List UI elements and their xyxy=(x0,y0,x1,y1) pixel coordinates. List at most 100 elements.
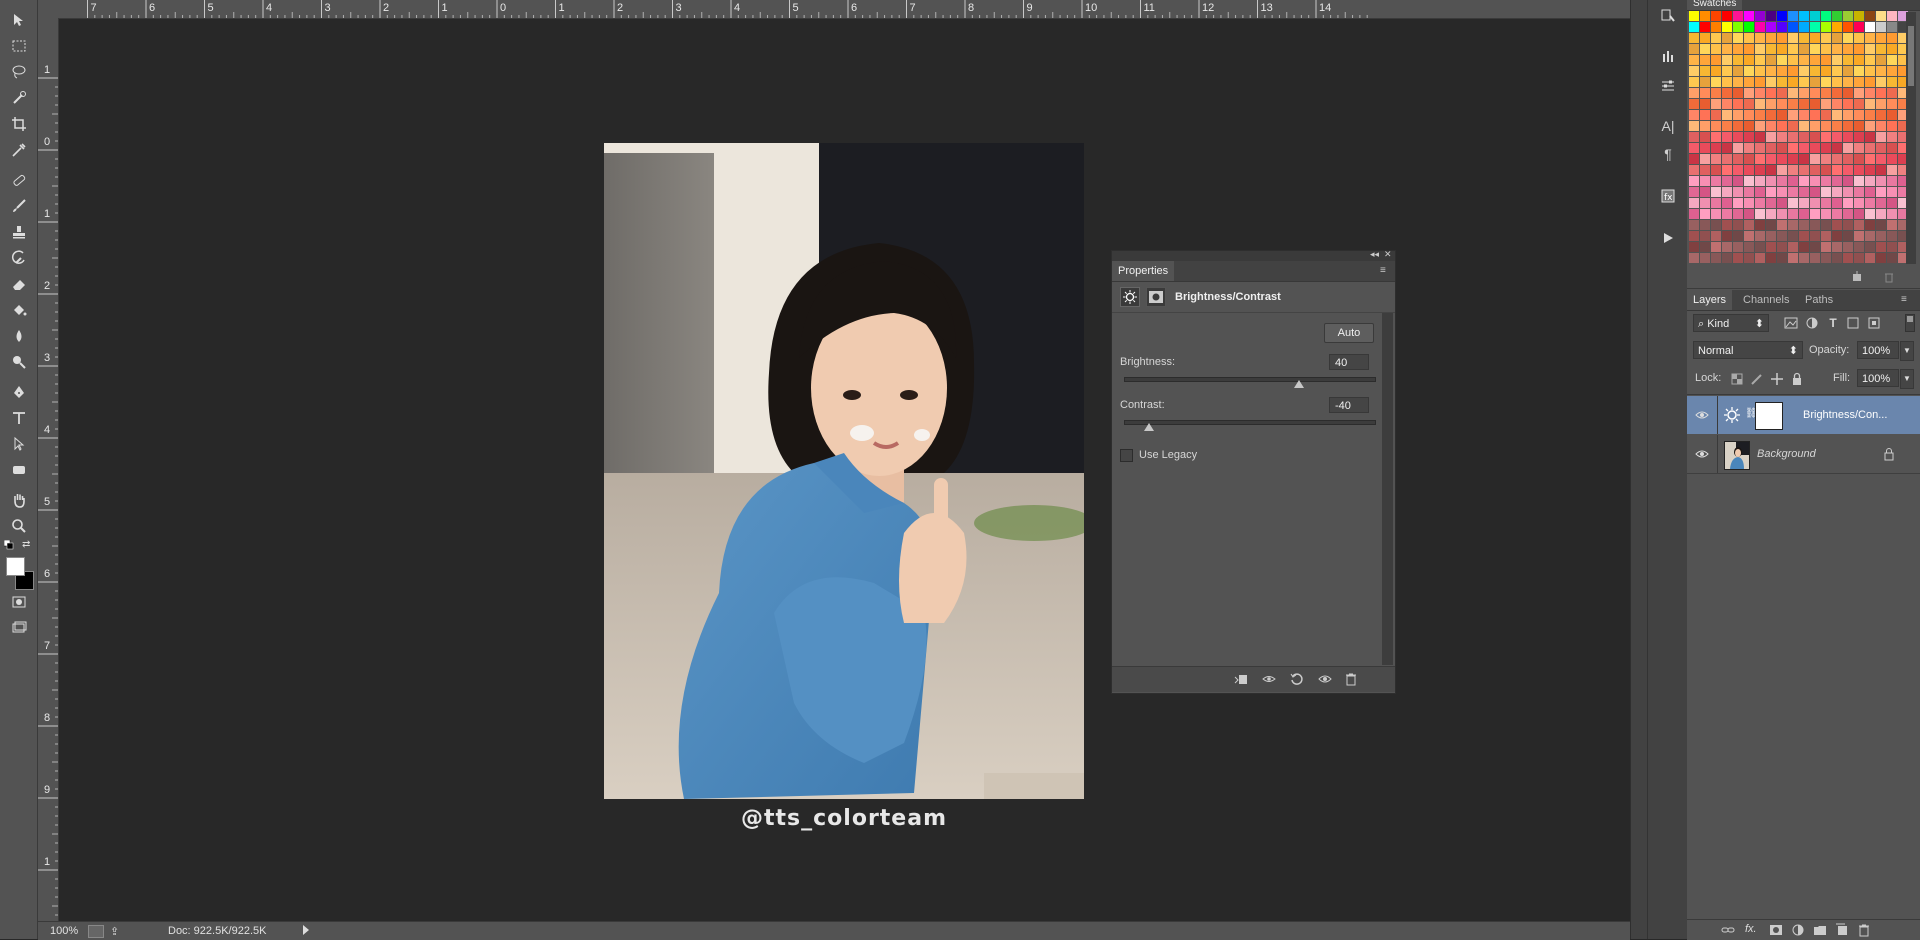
swatch[interactable] xyxy=(1700,165,1710,175)
swatch[interactable] xyxy=(1733,99,1743,109)
swap-colors-icon[interactable]: ⇄ xyxy=(22,540,32,550)
swatch[interactable] xyxy=(1887,44,1897,54)
swatch[interactable] xyxy=(1755,22,1765,32)
quick-selection-tool-icon[interactable] xyxy=(6,88,32,108)
swatch[interactable] xyxy=(1777,132,1787,142)
move-tool-icon[interactable] xyxy=(6,10,32,30)
swatch[interactable] xyxy=(1744,99,1754,109)
swatch[interactable] xyxy=(1810,11,1820,21)
clip-to-layer-icon[interactable] xyxy=(1234,672,1248,686)
swatch[interactable] xyxy=(1788,176,1798,186)
swatch[interactable] xyxy=(1799,99,1809,109)
swatch[interactable] xyxy=(1854,88,1864,98)
mask-link-icon[interactable]: ⛓ xyxy=(1745,408,1758,422)
swatch[interactable] xyxy=(1810,132,1820,142)
swatch[interactable] xyxy=(1832,187,1842,197)
swatch[interactable] xyxy=(1887,55,1897,65)
swatch[interactable] xyxy=(1876,22,1886,32)
swatch[interactable] xyxy=(1887,220,1897,230)
swatch[interactable] xyxy=(1722,143,1732,153)
swatch[interactable] xyxy=(1887,88,1897,98)
swatch[interactable] xyxy=(1810,242,1820,252)
swatch[interactable] xyxy=(1887,176,1897,186)
swatch[interactable] xyxy=(1766,154,1776,164)
swatch[interactable] xyxy=(1766,220,1776,230)
swatch[interactable] xyxy=(1832,33,1842,43)
tab-swatches[interactable]: Swatches xyxy=(1687,0,1743,10)
swatch[interactable] xyxy=(1788,220,1798,230)
swatch[interactable] xyxy=(1887,22,1897,32)
swatch[interactable] xyxy=(1689,77,1699,87)
swatch[interactable] xyxy=(1843,132,1853,142)
swatch[interactable] xyxy=(1799,209,1809,219)
swatch[interactable] xyxy=(1777,77,1787,87)
swatch[interactable] xyxy=(1865,154,1875,164)
swatch[interactable] xyxy=(1821,66,1831,76)
layer-filter-kind-select[interactable]: ⌕ Kind ⬍ xyxy=(1693,314,1769,332)
swatch[interactable] xyxy=(1854,99,1864,109)
swatch[interactable] xyxy=(1788,77,1798,87)
quick-mask-icon[interactable] xyxy=(6,592,32,612)
swatch[interactable] xyxy=(1777,55,1787,65)
swatch[interactable] xyxy=(1689,110,1699,120)
swatch[interactable] xyxy=(1821,143,1831,153)
swatch[interactable] xyxy=(1865,187,1875,197)
swatch[interactable] xyxy=(1887,154,1897,164)
swatch[interactable] xyxy=(1832,66,1842,76)
swatch[interactable] xyxy=(1854,77,1864,87)
swatch[interactable] xyxy=(1722,187,1732,197)
hand-tool-icon[interactable] xyxy=(6,490,32,510)
swatch[interactable] xyxy=(1887,66,1897,76)
swatch[interactable] xyxy=(1854,187,1864,197)
canvas-vertical-scrollbar[interactable] xyxy=(1630,0,1647,939)
swatch[interactable] xyxy=(1755,99,1765,109)
swatch[interactable] xyxy=(1843,143,1853,153)
swatch[interactable] xyxy=(1733,66,1743,76)
fill-input[interactable]: 100% xyxy=(1857,369,1899,387)
swatch[interactable] xyxy=(1832,99,1842,109)
swatch[interactable] xyxy=(1810,220,1820,230)
swatch[interactable] xyxy=(1810,77,1820,87)
swatch[interactable] xyxy=(1700,121,1710,131)
crop-tool-icon[interactable] xyxy=(6,114,32,134)
use-legacy-checkbox[interactable] xyxy=(1120,449,1133,462)
swatch[interactable] xyxy=(1711,242,1721,252)
swatch[interactable] xyxy=(1876,198,1886,208)
swatch[interactable] xyxy=(1876,231,1886,241)
swatch[interactable] xyxy=(1689,33,1699,43)
swatch[interactable] xyxy=(1744,110,1754,120)
swatch[interactable] xyxy=(1733,209,1743,219)
swatch[interactable] xyxy=(1689,154,1699,164)
swatch[interactable] xyxy=(1744,66,1754,76)
view-previous-state-icon[interactable] xyxy=(1262,672,1276,686)
filter-smart-object-icon[interactable] xyxy=(1867,316,1881,330)
swatch[interactable] xyxy=(1887,11,1897,21)
delete-swatch-icon[interactable] xyxy=(1883,271,1895,283)
swatch[interactable] xyxy=(1865,99,1875,109)
swatch[interactable] xyxy=(1788,154,1798,164)
swatch[interactable] xyxy=(1854,44,1864,54)
swatch[interactable] xyxy=(1843,99,1853,109)
swatch[interactable] xyxy=(1766,176,1776,186)
swatch[interactable] xyxy=(1788,242,1798,252)
swatch[interactable] xyxy=(1821,88,1831,98)
swatch[interactable] xyxy=(1744,198,1754,208)
swatch[interactable] xyxy=(1799,253,1809,263)
swatch[interactable] xyxy=(1854,121,1864,131)
swatch[interactable] xyxy=(1865,55,1875,65)
swatch[interactable] xyxy=(1887,110,1897,120)
swatch[interactable] xyxy=(1689,242,1699,252)
swatch[interactable] xyxy=(1689,22,1699,32)
swatch[interactable] xyxy=(1766,121,1776,131)
swatch[interactable] xyxy=(1799,198,1809,208)
swatch[interactable] xyxy=(1810,154,1820,164)
swatch[interactable] xyxy=(1865,165,1875,175)
swatch[interactable] xyxy=(1777,198,1787,208)
swatch[interactable] xyxy=(1744,44,1754,54)
swatch[interactable] xyxy=(1766,88,1776,98)
swatch[interactable] xyxy=(1755,77,1765,87)
history-panel-icon[interactable] xyxy=(1658,6,1678,26)
swatch[interactable] xyxy=(1733,253,1743,263)
swatch[interactable] xyxy=(1832,11,1842,21)
swatch[interactable] xyxy=(1788,44,1798,54)
